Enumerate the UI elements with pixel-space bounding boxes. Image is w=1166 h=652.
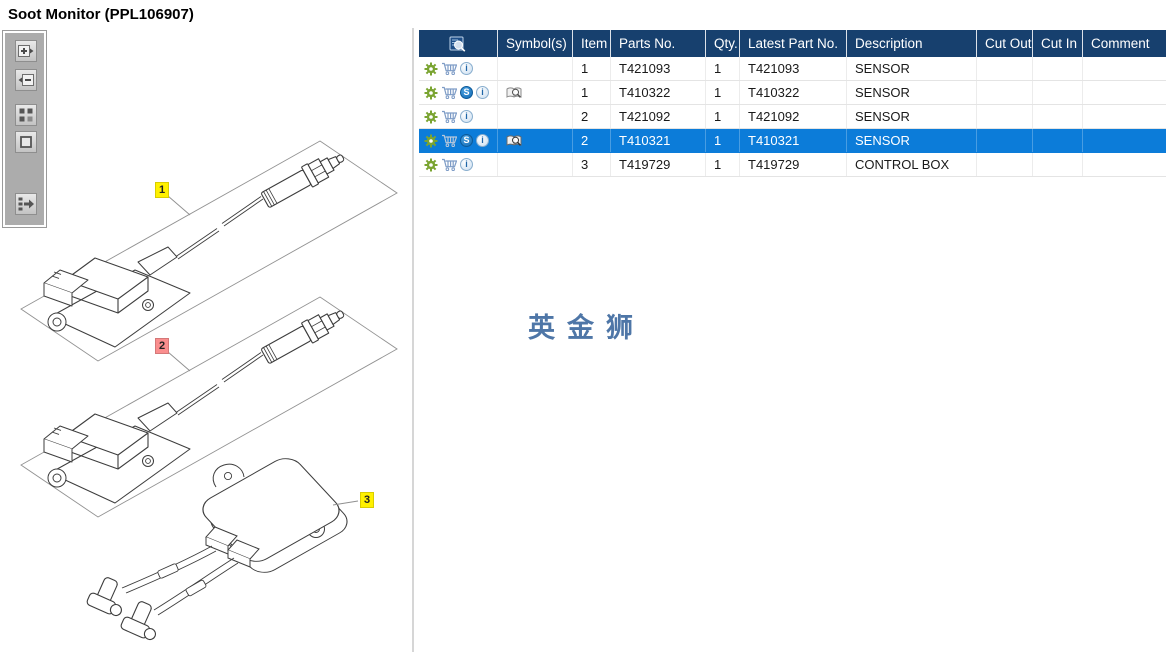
gear-icon[interactable] bbox=[424, 134, 438, 148]
gear-icon[interactable] bbox=[424, 62, 438, 76]
gear-icon[interactable] bbox=[424, 110, 438, 124]
zoom-in-button[interactable] bbox=[15, 40, 37, 62]
cell-description: SENSOR bbox=[847, 81, 977, 104]
parts-table: Symbol(s) Item Parts No. Qty. Latest Par… bbox=[419, 30, 1166, 177]
cell-item: 1 bbox=[573, 81, 611, 104]
cell-latest-part-no: T421092 bbox=[740, 105, 847, 128]
symbol-book-icon[interactable] bbox=[506, 134, 523, 148]
zoom-out-button[interactable] bbox=[15, 69, 37, 91]
table-row-selected[interactable]: S i 2 T410321 1 T410321 SENSOR bbox=[419, 129, 1166, 153]
info-icon[interactable]: i bbox=[476, 134, 489, 147]
cell-parts-no: T419729 bbox=[611, 153, 706, 176]
cart-icon[interactable] bbox=[441, 158, 457, 171]
cell-cut-in bbox=[1033, 105, 1083, 128]
cart-icon[interactable] bbox=[441, 86, 457, 99]
sensor-assembly-1-drawing[interactable] bbox=[20, 140, 398, 362]
col-comment: Comment bbox=[1091, 36, 1150, 51]
pane-divider bbox=[412, 28, 414, 652]
cell-item: 3 bbox=[573, 153, 611, 176]
table-header-actions bbox=[419, 30, 498, 57]
cell-cut-out bbox=[977, 81, 1033, 104]
cell-cut-out bbox=[977, 153, 1033, 176]
cell-description: SENSOR bbox=[847, 129, 977, 152]
table-row[interactable]: i 1 T421093 1 T421093 SENSOR bbox=[419, 57, 1166, 81]
substitute-icon[interactable]: S bbox=[460, 134, 473, 147]
cell-parts-no: T421092 bbox=[611, 105, 706, 128]
substitute-icon[interactable]: S bbox=[460, 86, 473, 99]
watermark-text: 英金狮 bbox=[528, 313, 645, 343]
cell-qty: 1 bbox=[706, 81, 740, 104]
diagram-label-2[interactable]: 2 bbox=[155, 338, 170, 354]
toggle-panel-button[interactable] bbox=[15, 193, 37, 215]
cell-latest-part-no: T410322 bbox=[740, 81, 847, 104]
col-parts-no: Parts No. bbox=[611, 30, 706, 57]
col-cut-out: Cut Out bbox=[977, 30, 1033, 57]
cell-comment bbox=[1083, 129, 1166, 152]
cell-parts-no: T410321 bbox=[611, 129, 706, 152]
cell-comment bbox=[1083, 57, 1166, 80]
table-row[interactable]: i 3 T419729 1 T419729 CONTROL BOX bbox=[419, 153, 1166, 177]
cell-cut-out bbox=[977, 129, 1033, 152]
control-box-drawing[interactable] bbox=[86, 453, 359, 642]
cell-item: 2 bbox=[573, 105, 611, 128]
col-qty: Qty. bbox=[706, 30, 740, 57]
expand-panel-icon bbox=[18, 197, 34, 211]
cell-item: 2 bbox=[573, 129, 611, 152]
diagram-toolbar bbox=[2, 30, 47, 228]
col-symbols: Symbol(s) bbox=[498, 30, 573, 57]
table-row[interactable]: i 2 T421092 1 T421092 SENSOR bbox=[419, 105, 1166, 129]
cell-cut-out bbox=[977, 57, 1033, 80]
info-icon[interactable]: i bbox=[460, 110, 473, 123]
gear-icon[interactable] bbox=[424, 158, 438, 172]
cell-description: SENSOR bbox=[847, 105, 977, 128]
tile-view-button[interactable] bbox=[15, 104, 37, 126]
cell-cut-in bbox=[1033, 81, 1083, 104]
col-item: Item bbox=[573, 30, 611, 57]
diagram-label-1[interactable]: 1 bbox=[155, 182, 170, 198]
fit-view-button[interactable] bbox=[15, 131, 37, 153]
cell-qty: 1 bbox=[706, 105, 740, 128]
table-body: i 1 T421093 1 T421093 SENSOR S i 1 T4103… bbox=[419, 57, 1166, 177]
table-header-row: Symbol(s) Item Parts No. Qty. Latest Par… bbox=[419, 30, 1166, 57]
info-icon[interactable]: i bbox=[476, 86, 489, 99]
cell-latest-part-no: T410321 bbox=[740, 129, 847, 152]
fit-view-icon bbox=[20, 136, 32, 148]
cell-parts-no: T421093 bbox=[611, 57, 706, 80]
tiles-icon bbox=[19, 108, 33, 122]
cell-cut-in bbox=[1033, 129, 1083, 152]
diagram-label-3[interactable]: 3 bbox=[360, 492, 375, 508]
cell-latest-part-no: T421093 bbox=[740, 57, 847, 80]
cart-icon[interactable] bbox=[441, 110, 457, 123]
cell-cut-in bbox=[1033, 57, 1083, 80]
col-latest-part-no: Latest Part No. bbox=[740, 30, 847, 57]
info-icon[interactable]: i bbox=[460, 62, 473, 75]
zoom-in-icon bbox=[18, 45, 34, 57]
info-icon[interactable]: i bbox=[460, 158, 473, 171]
cart-icon[interactable] bbox=[441, 62, 457, 75]
table-row[interactable]: S i 1 T410322 1 T410322 SENSOR bbox=[419, 81, 1166, 105]
cell-description: SENSOR bbox=[847, 57, 977, 80]
cell-comment bbox=[1083, 81, 1166, 104]
parts-viewer-window: Soot Monitor (PPL106907) 1 2 3 英金狮 Symbo… bbox=[0, 0, 1166, 652]
gear-icon[interactable] bbox=[424, 86, 438, 100]
cell-description: CONTROL BOX bbox=[847, 153, 977, 176]
cell-latest-part-no: T419729 bbox=[740, 153, 847, 176]
cart-icon[interactable] bbox=[441, 134, 457, 147]
cell-qty: 1 bbox=[706, 153, 740, 176]
col-cut-in: Cut In bbox=[1033, 30, 1083, 57]
cell-item: 1 bbox=[573, 57, 611, 80]
preview-icon bbox=[449, 36, 466, 52]
cell-cut-out bbox=[977, 105, 1033, 128]
cell-qty: 1 bbox=[706, 57, 740, 80]
cell-cut-in bbox=[1033, 153, 1083, 176]
zoom-out-icon bbox=[18, 74, 34, 86]
cell-comment bbox=[1083, 105, 1166, 128]
col-description: Description bbox=[847, 30, 977, 57]
cell-comment bbox=[1083, 153, 1166, 176]
exploded-view-diagram bbox=[20, 140, 398, 642]
page-title: Soot Monitor (PPL106907) bbox=[8, 6, 194, 23]
cell-parts-no: T410322 bbox=[611, 81, 706, 104]
symbol-book-icon[interactable] bbox=[506, 86, 523, 100]
cell-qty: 1 bbox=[706, 129, 740, 152]
